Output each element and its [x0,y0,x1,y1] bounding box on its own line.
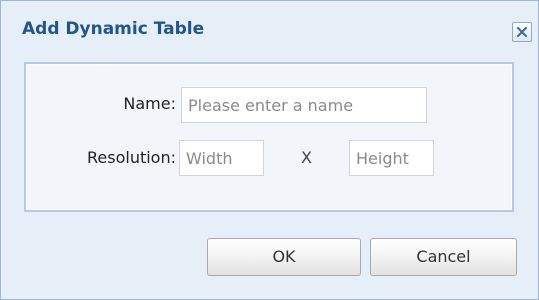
dialog-titlebar[interactable]: Add Dynamic Table [1,1,538,59]
add-dynamic-table-dialog: Add Dynamic Table Name: Resolution: X OK… [0,0,539,300]
form-panel [24,62,514,212]
cancel-button[interactable]: Cancel [370,238,517,276]
ok-button[interactable]: OK [207,238,361,276]
name-label: Name: [123,94,176,113]
height-input[interactable] [349,140,434,176]
resolution-separator: X [301,148,312,167]
close-icon [517,27,527,37]
close-button[interactable] [512,22,532,42]
dialog-title: Add Dynamic Table [22,19,205,39]
resolution-label: Resolution: [87,148,176,167]
name-input[interactable] [181,87,427,123]
width-input[interactable] [179,140,264,176]
